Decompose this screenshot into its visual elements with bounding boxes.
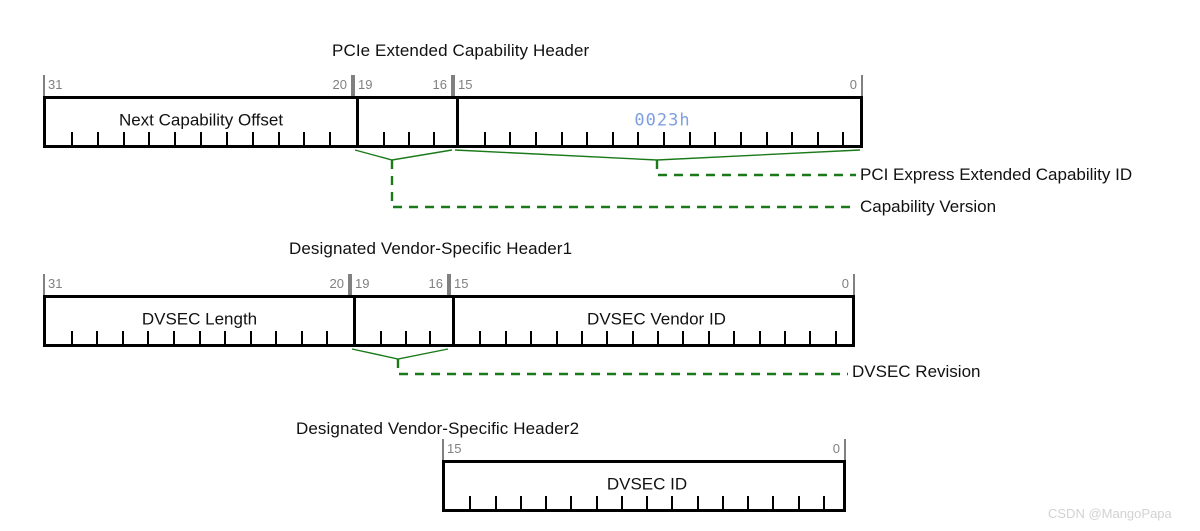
bit-number-low-dvsec-length: 20 — [329, 276, 344, 291]
bit-number-high-dvsec-revision: 19 — [355, 276, 370, 291]
bit-number-high-dvsec-length: 31 — [48, 276, 63, 291]
callout-pci-express-extended-capability-id-label: PCI Express Extended Capability ID — [860, 165, 1133, 184]
bit-mark-high-dvsec-revision — [350, 274, 352, 295]
bit-number-low-dvsec-vendor-id: 0 — [841, 276, 849, 291]
bit-ticks-next-capability-offset — [46, 132, 356, 145]
field-label-dvsec-length: DVSEC Length — [141, 309, 258, 329]
callout-pci-express-extended-capability-id-leader — [655, 160, 856, 177]
bit-mark-high-capability-version — [353, 75, 355, 96]
bit-mark-high-dvsec-length — [43, 274, 45, 295]
bit-number-high-next-capability-offset: 31 — [48, 77, 63, 92]
field-dvsec-length: DVSEC Length — [46, 298, 353, 344]
diagram-title-designated-vendor-specific-header1: Designated Vendor-Specific Header1 — [289, 239, 573, 258]
bit-mark-high-dvsec-id — [442, 439, 444, 460]
field-dvsec-id: DVSEC ID — [445, 463, 849, 509]
bit-ticks-pci-express-extended-capability-id — [459, 132, 866, 145]
callout-capability-version-label: Capability Version — [860, 197, 997, 216]
diagram-title-designated-vendor-specific-header2: Designated Vendor-Specific Header2 — [296, 419, 580, 438]
bit-ticks-dvsec-vendor-id — [455, 331, 858, 344]
bit-number-low-pci-express-extended-capability-id: 0 — [849, 77, 857, 92]
bit-ticks-dvsec-id — [445, 496, 849, 509]
bit-ticks-dvsec-length — [46, 331, 353, 344]
watermark: CSDN @MangoPapa — [1048, 506, 1172, 521]
field-dvsec-revision — [353, 298, 452, 344]
diagram-canvas: PCIe Extended Capability Header Next Capa… — [0, 0, 1200, 531]
field-label-pci-express-extended-capability-id: 0023h — [634, 110, 691, 131]
bit-mark-low-dvsec-id — [844, 439, 846, 460]
bit-number-high-pci-express-extended-capability-id: 15 — [458, 77, 473, 92]
callout-capability-version-leader — [390, 160, 856, 209]
bit-number-low-capability-version: 16 — [432, 77, 447, 92]
register-box-designated-vendor-specific-header2: DVSEC ID — [442, 460, 846, 512]
bit-number-low-next-capability-offset: 20 — [332, 77, 347, 92]
bit-number-high-dvsec-vendor-id: 15 — [454, 276, 469, 291]
field-label-dvsec-id: DVSEC ID — [606, 474, 688, 494]
callout-dvsec-revision-label: DVSEC Revision — [852, 362, 981, 381]
bit-mark-high-pci-express-extended-capability-id — [453, 75, 455, 96]
field-next-capability-offset: Next Capability Offset — [46, 99, 356, 145]
bit-number-high-capability-version: 19 — [358, 77, 373, 92]
bit-ticks-capability-version — [359, 132, 456, 145]
field-capability-version — [356, 99, 456, 145]
register-box-pcie-extended-capability-header: Next Capability Offset 0023h — [43, 96, 863, 148]
field-label-next-capability-offset: Next Capability Offset — [118, 110, 284, 130]
field-dvsec-vendor-id: DVSEC Vendor ID — [452, 298, 858, 344]
bit-ticks-dvsec-revision — [356, 331, 452, 344]
callout-capability-version-brace — [354, 149, 453, 161]
field-label-dvsec-vendor-id: DVSEC Vendor ID — [587, 309, 726, 329]
bit-number-low-dvsec-id: 0 — [832, 441, 840, 456]
bit-number-high-dvsec-id: 15 — [447, 441, 462, 456]
callout-dvsec-revision-leader — [396, 359, 848, 376]
bit-mark-high-dvsec-vendor-id — [449, 274, 451, 295]
bit-mark-high-next-capability-offset — [43, 75, 45, 96]
diagram-title-pcie-extended-capability-header: PCIe Extended Capability Header — [332, 41, 590, 60]
bit-mark-low-pci-express-extended-capability-id — [861, 75, 863, 96]
bit-mark-low-dvsec-vendor-id — [853, 274, 855, 295]
callout-pci-express-extended-capability-id-brace — [454, 149, 861, 161]
register-box-designated-vendor-specific-header1: DVSEC Length DVSEC Vendor ID — [43, 295, 855, 347]
field-pci-express-extended-capability-id: 0023h — [456, 99, 866, 145]
bit-number-low-dvsec-revision: 16 — [428, 276, 443, 291]
callout-lines-layer — [351, 149, 861, 376]
callout-dvsec-revision-brace — [351, 348, 449, 360]
